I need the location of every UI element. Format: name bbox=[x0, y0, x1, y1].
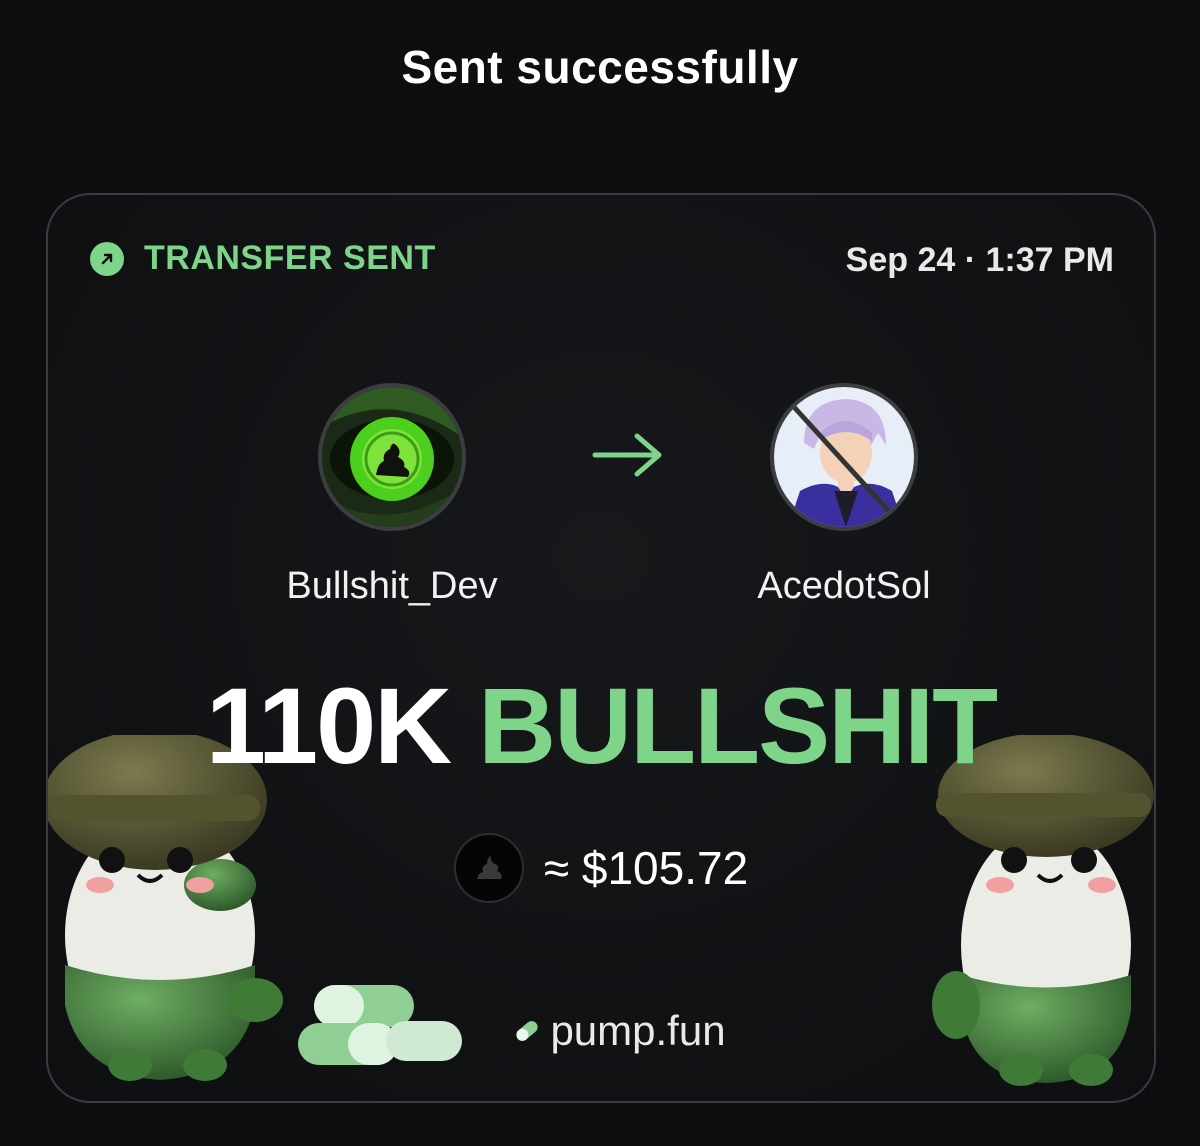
transfer-timestamp: Sep 24 · 1:37 PM bbox=[845, 241, 1114, 279]
sender-name: Bullshit_Dev bbox=[286, 565, 498, 607]
transfer-status: TRANSFER SENT bbox=[90, 239, 436, 278]
transfer-card: TRANSFER SENT Sep 24 · 1:37 PM Bullshit_… bbox=[46, 193, 1156, 1103]
status-label: TRANSFER SENT bbox=[144, 239, 436, 277]
sender-avatar bbox=[318, 383, 466, 531]
page-title: Sent successfully bbox=[401, 41, 799, 93]
amount-value: 110K bbox=[205, 665, 452, 786]
receiver-name: AcedotSol bbox=[757, 565, 931, 607]
receiver-avatar bbox=[770, 383, 918, 531]
sender: Bullshit_Dev bbox=[242, 383, 542, 608]
token-poop-icon bbox=[453, 833, 524, 903]
transfer-amount: 110K BULLSHIT bbox=[48, 663, 1154, 788]
pill-icon bbox=[516, 1021, 539, 1041]
amount-token: BULLSHIT bbox=[478, 665, 998, 786]
arrow-up-right-icon bbox=[90, 241, 124, 276]
brand: pump.fun bbox=[48, 1007, 1154, 1055]
arrow-right-icon bbox=[592, 433, 662, 477]
usd-value: ≈ $105.72 bbox=[543, 842, 749, 894]
receiver: AcedotSol bbox=[694, 383, 994, 608]
brand-name: pump.fun bbox=[550, 1007, 726, 1054]
usd-value-row: ≈ $105.72 bbox=[48, 833, 1154, 903]
